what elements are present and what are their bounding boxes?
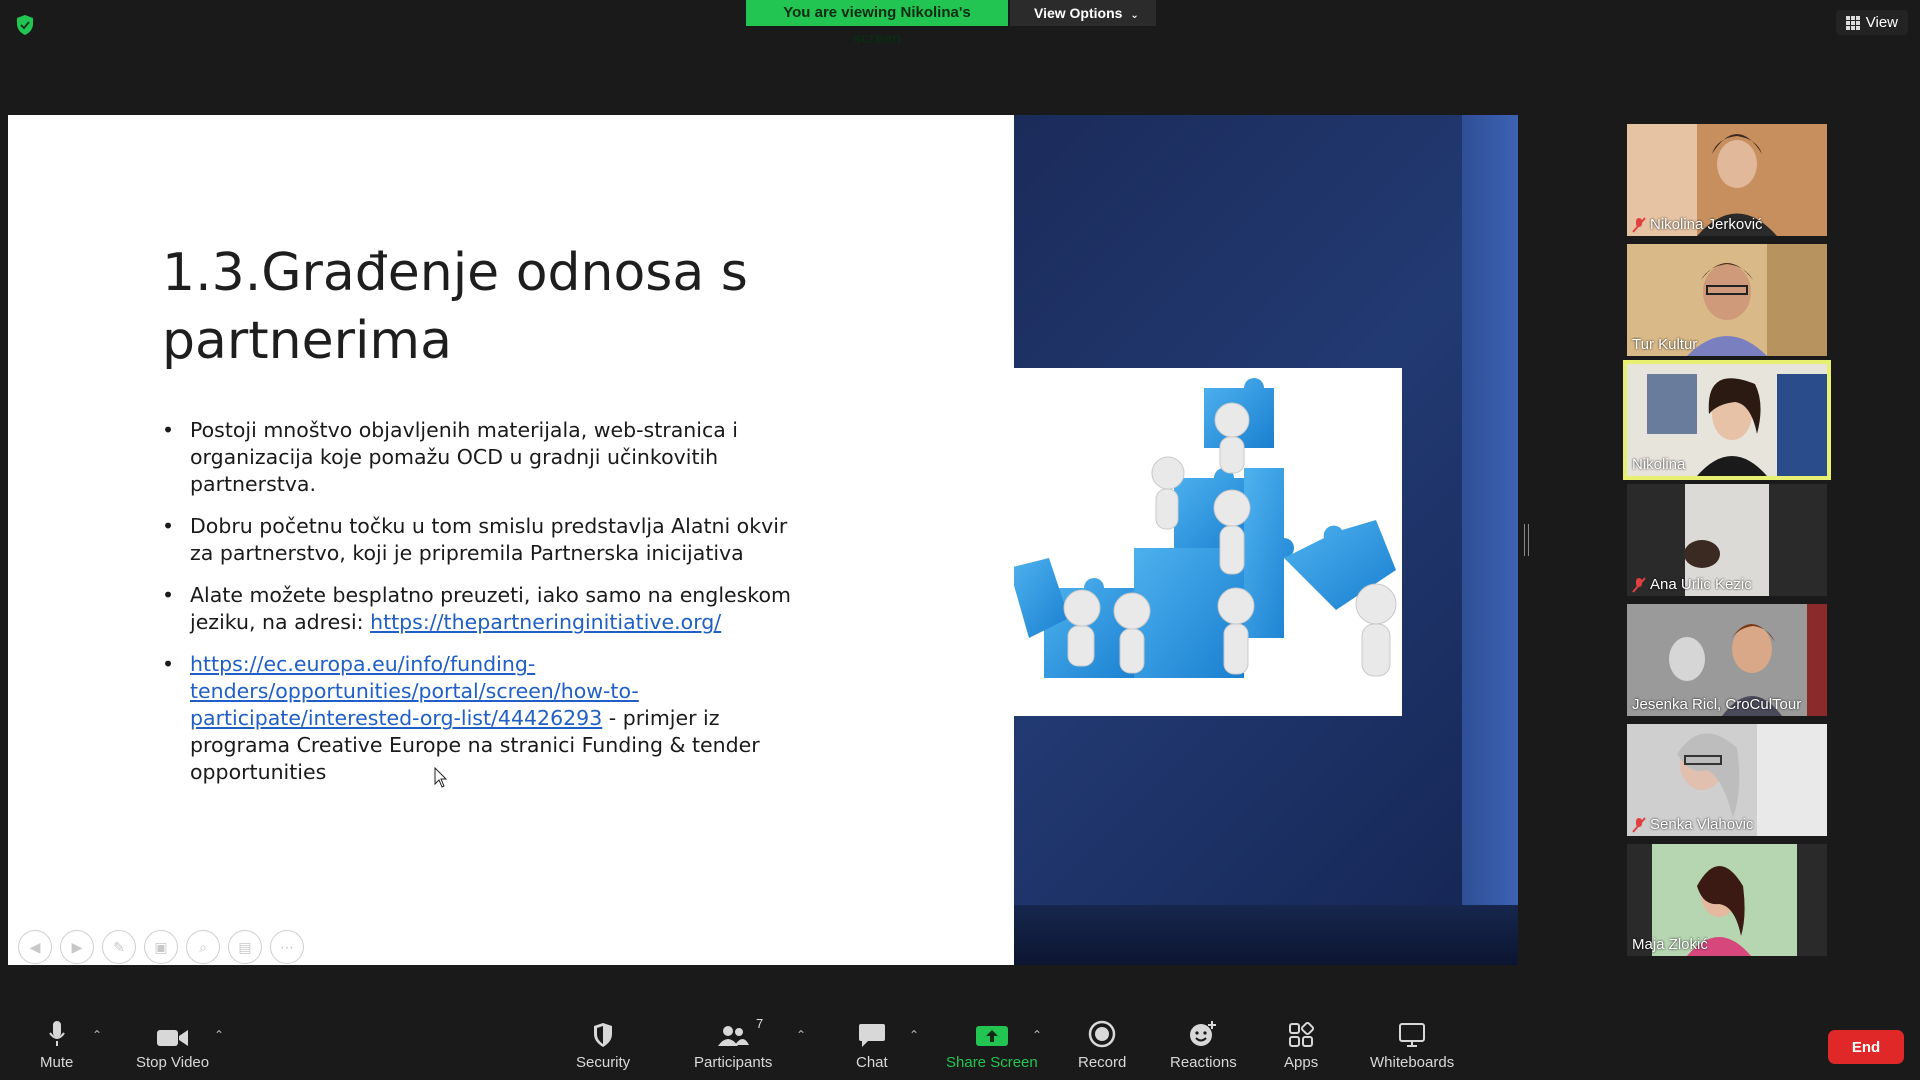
resize-handle[interactable]: [1524, 524, 1529, 556]
security-label: Security: [576, 1054, 631, 1071]
participant-name: Nikolina Jerković: [1650, 216, 1763, 233]
mic-muted-icon: [1632, 576, 1646, 593]
participant-tile[interactable]: Maja Zlokić: [1627, 844, 1827, 956]
chat-bubble-icon: [858, 1024, 885, 1047]
apps-label: Apps: [1284, 1054, 1319, 1071]
participant-name-row: Tur Kultur: [1632, 336, 1697, 353]
chat-button[interactable]: Chat: [856, 1020, 888, 1071]
whiteboards-button[interactable]: Whiteboards: [1370, 1020, 1454, 1071]
record-icon: [1088, 1020, 1116, 1048]
zoom-icon[interactable]: ⌕: [186, 930, 220, 964]
participant-name-row: Ana Urlic Kezic: [1632, 576, 1752, 593]
share-screen-button[interactable]: Share Screen: [946, 1020, 1038, 1071]
whiteboard-icon: [1399, 1023, 1426, 1047]
slide-bottom-shade: [1014, 905, 1518, 965]
participant-name: Senka Vlahovic: [1650, 816, 1754, 833]
reactions-label: Reactions: [1170, 1054, 1237, 1071]
record-button[interactable]: Record: [1078, 1020, 1126, 1071]
participants-label: Participants: [694, 1054, 773, 1071]
ec-europa-link[interactable]: https://ec.europa.eu/info/funding-tender…: [190, 652, 639, 730]
shared-screen[interactable]: 1.3.Građenje odnosa s partnerima Postoji…: [8, 115, 1518, 965]
participant-name: Tur Kultur: [1632, 336, 1698, 353]
apps-icon: [1289, 1022, 1315, 1047]
video-options-caret[interactable]: ⌃: [214, 1028, 224, 1042]
share-options-caret[interactable]: ⌃: [1032, 1028, 1042, 1042]
meeting-toolbar: Mute ⌃ Stop Video ⌃ Security Participant…: [0, 1002, 1920, 1080]
slide-bullet-4: https://ec.europa.eu/info/funding-tender…: [160, 651, 800, 786]
slide-title: 1.3.Građenje odnosa s partnerima: [162, 243, 748, 371]
grid-icon: [1845, 15, 1860, 30]
viewing-screen-label: You are viewing Nikolina's screen: [746, 0, 1008, 47]
puzzle-figures-illustration: [1009, 378, 1397, 678]
slide-bullet-2: Dobru početnu točku u tom smislu predsta…: [160, 513, 800, 567]
slide-puzzle-image: [1009, 368, 1402, 716]
next-slide-icon[interactable]: ▶: [60, 930, 94, 964]
mute-label: Mute: [40, 1054, 74, 1071]
video-camera-icon: [156, 1030, 188, 1046]
smiley-plus-icon: [1190, 1021, 1217, 1046]
mute-button[interactable]: Mute: [40, 1020, 73, 1071]
slide-bullet-1: Postoji mnoštvo objavljenih materijala, …: [160, 417, 800, 498]
shield-icon: [594, 1023, 613, 1047]
participant-tile[interactable]: Jesenka Ricl, CroCulTour: [1627, 604, 1827, 716]
slide-stripe: [1462, 115, 1518, 965]
participant-name: Maja Zlokić: [1632, 936, 1708, 953]
chevron-down-icon: ⌄: [1130, 10, 1139, 21]
participant-name: Jesenka Ricl, CroCulTour: [1632, 696, 1802, 713]
slides-icon[interactable]: ▣: [144, 930, 178, 964]
share-screen-icon: [975, 1026, 1008, 1046]
participants-count-badge: 7: [756, 1016, 764, 1031]
mute-options-caret[interactable]: ⌃: [92, 1028, 102, 1042]
mic-muted-icon: [1632, 816, 1646, 833]
previous-slide-icon[interactable]: ◀: [18, 930, 52, 964]
participant-name-row: Senka Vlahovic: [1632, 816, 1753, 833]
end-meeting-button[interactable]: End: [1828, 1030, 1904, 1064]
screen-share-banner: You are viewing Nikolina's screen View O…: [746, 0, 1156, 47]
security-shield-icon[interactable]: [14, 14, 36, 36]
record-label: Record: [1078, 1054, 1127, 1071]
slide-controls: ◀ ▶ ✎ ▣ ⌕ ▤ ⋯: [18, 930, 304, 964]
participant-name: Ana Urlic Kezic: [1650, 576, 1752, 593]
mouse-cursor-icon: [434, 767, 448, 788]
stop-video-label: Stop Video: [136, 1054, 210, 1071]
slide-bullet-3: Alate možete besplatno preuzeti, iako sa…: [160, 582, 800, 636]
participant-name-row: Jesenka Ricl, CroCulTour: [1632, 696, 1801, 713]
participant-name-row: Nikolina Jerković: [1632, 216, 1763, 233]
chat-label: Chat: [856, 1054, 888, 1071]
participant-name: Nikolina: [1632, 456, 1686, 473]
chat-options-caret[interactable]: ⌃: [909, 1028, 919, 1042]
whiteboards-label: Whiteboards: [1370, 1054, 1455, 1071]
participant-tile[interactable]: Senka Vlahovic: [1627, 724, 1827, 836]
stop-video-button[interactable]: Stop Video: [136, 1020, 209, 1071]
more-icon[interactable]: ⋯: [270, 930, 304, 964]
apps-button[interactable]: Apps: [1284, 1020, 1318, 1071]
participant-tile[interactable]: Nikolina Jerković: [1627, 124, 1827, 236]
pen-icon[interactable]: ✎: [102, 930, 136, 964]
participant-tile-active-speaker[interactable]: Nikolina: [1623, 360, 1831, 480]
participant-name-row: Maja Zlokić: [1632, 936, 1708, 953]
view-options-label: View Options: [1034, 5, 1123, 21]
reactions-button[interactable]: Reactions: [1170, 1020, 1237, 1071]
participant-tile[interactable]: Tur Kultur: [1627, 244, 1827, 356]
view-options-button[interactable]: View Options ⌄: [1010, 0, 1156, 26]
security-button[interactable]: Security: [576, 1020, 630, 1071]
subtitles-icon[interactable]: ▤: [228, 930, 262, 964]
mic-muted-icon: [1632, 216, 1646, 233]
participant-tile[interactable]: Ana Urlic Kezic: [1627, 484, 1827, 596]
slide-bullet-list: Postoji mnoštvo objavljenih materijala, …: [160, 417, 800, 801]
partnering-initiative-link[interactable]: https://thepartneringinitiative.org/: [370, 610, 721, 634]
view-button[interactable]: View: [1835, 10, 1908, 35]
participants-icon: [718, 1026, 750, 1046]
view-label: View: [1865, 14, 1898, 31]
participants-options-caret[interactable]: ⌃: [796, 1028, 806, 1042]
participant-name-row: Nikolina: [1632, 456, 1685, 473]
share-screen-label: Share Screen: [946, 1054, 1038, 1071]
microphone-icon: [48, 1021, 65, 1046]
